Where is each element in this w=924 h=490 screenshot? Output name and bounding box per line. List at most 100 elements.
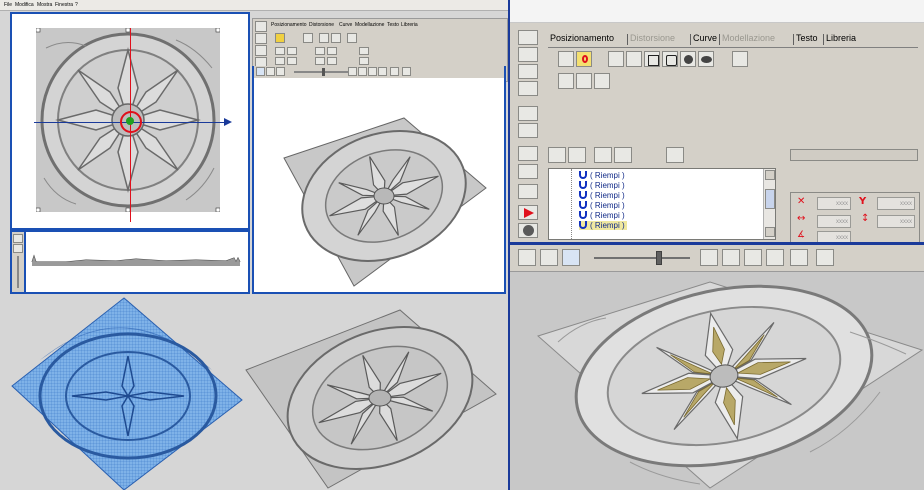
layer-down-tool[interactable] xyxy=(614,147,632,163)
small-node-tool[interactable] xyxy=(303,33,313,43)
sphere-icon[interactable] xyxy=(518,223,538,238)
grid-icon[interactable] xyxy=(518,164,538,179)
circle-tool[interactable] xyxy=(680,51,696,67)
menu-file[interactable]: File xyxy=(4,0,12,10)
tab-modellazione[interactable]: Modellazione xyxy=(722,33,775,43)
profile-graph[interactable] xyxy=(26,232,248,292)
small-render-icon-1[interactable] xyxy=(348,67,357,76)
small-tab-distorsione[interactable]: Distorsione xyxy=(309,22,334,28)
small-slider-thumb[interactable] xyxy=(322,68,325,76)
small-render-icon-3[interactable] xyxy=(368,67,377,76)
tree-item[interactable]: ( Riempi ) xyxy=(579,181,625,190)
small-tab-posizionamento[interactable]: Posizionamento xyxy=(271,22,307,28)
select-nodes-tool[interactable] xyxy=(558,51,574,67)
tab-testo[interactable]: Testo xyxy=(796,33,818,43)
tab-libreria[interactable]: Libreria xyxy=(826,33,856,43)
small-align-8[interactable] xyxy=(315,57,325,65)
view-light-icon[interactable] xyxy=(562,249,580,266)
small-view-icon-3[interactable] xyxy=(276,67,285,76)
tree-item[interactable]: ( Riempi ) xyxy=(579,211,625,220)
small-align-9[interactable] xyxy=(327,57,337,65)
small-tab-modellazione[interactable]: Modellazione xyxy=(355,22,384,28)
x-field[interactable]: xxxx xyxy=(817,197,851,210)
pan-hand-icon[interactable] xyxy=(518,64,538,79)
small-view-icon-2[interactable] xyxy=(266,67,275,76)
small-circle-tool[interactable] xyxy=(347,33,357,43)
small-align-7[interactable] xyxy=(287,57,297,65)
small-tab-libreria[interactable]: Libreria xyxy=(401,22,418,28)
arrow-icon[interactable] xyxy=(518,81,538,96)
profile-tool-1[interactable] xyxy=(13,234,23,243)
shape-b-tool[interactable] xyxy=(576,73,592,89)
menu-finestra[interactable]: Finestra xyxy=(55,0,73,10)
small-zoom-fit-icon[interactable] xyxy=(255,33,267,44)
small-3d-viewport[interactable] xyxy=(254,78,504,292)
tree-item[interactable]: ( Riempi ) xyxy=(579,191,625,200)
edit-2d-canvas[interactable] xyxy=(12,14,248,228)
view-slider-thumb[interactable] xyxy=(656,251,662,265)
fit-view-icon[interactable] xyxy=(790,249,808,266)
line-icon[interactable] xyxy=(518,184,538,199)
small-align-10[interactable] xyxy=(359,57,369,65)
small-align-2[interactable] xyxy=(287,47,297,55)
small-align-5[interactable] xyxy=(359,47,369,55)
tree-scrollbar[interactable] xyxy=(763,169,775,239)
shape-c-tool[interactable] xyxy=(594,73,610,89)
height-field[interactable]: xxxx xyxy=(877,215,915,228)
star-tool[interactable] xyxy=(732,51,748,67)
undo-icon[interactable] xyxy=(518,146,538,161)
shade-wire-icon[interactable] xyxy=(722,249,740,266)
export-view-icon[interactable] xyxy=(816,249,834,266)
node-add-tool[interactable] xyxy=(608,51,624,67)
tab-distorsione[interactable]: Distorsione xyxy=(630,33,675,43)
rotate-left-icon[interactable] xyxy=(518,106,538,121)
menu-mostra[interactable]: Mostra xyxy=(37,0,52,10)
small-zoom-icon[interactable] xyxy=(255,21,267,32)
layer-open-tool[interactable] xyxy=(548,147,566,163)
width-field[interactable]: xxxx xyxy=(817,215,851,228)
scroll-thumb[interactable] xyxy=(765,189,775,209)
small-align-4[interactable] xyxy=(327,47,337,55)
zoom-fit-icon[interactable] xyxy=(518,47,538,62)
small-align-6[interactable] xyxy=(275,57,285,65)
scroll-up-icon[interactable] xyxy=(765,170,775,180)
layer-table-tool[interactable] xyxy=(568,147,586,163)
tab-posizionamento[interactable]: Posizionamento xyxy=(550,33,614,43)
y-field[interactable]: xxxx xyxy=(877,197,915,210)
small-render-icon-6[interactable] xyxy=(402,67,411,76)
scroll-down-icon[interactable] xyxy=(765,227,775,237)
tree-item[interactable]: ( Riempi ) xyxy=(579,171,625,180)
small-hand-icon[interactable] xyxy=(255,45,267,56)
small-render-icon-5[interactable] xyxy=(390,67,399,76)
tree-item-selected[interactable]: ( Riempi ) xyxy=(579,221,627,230)
small-view-icon-1[interactable] xyxy=(256,67,265,76)
shade-flat-icon[interactable] xyxy=(700,249,718,266)
ellipse-tool[interactable] xyxy=(698,51,714,67)
center-pivot[interactable] xyxy=(126,117,134,125)
zoom-icon[interactable] xyxy=(518,30,538,45)
shade-color-icon[interactable] xyxy=(766,249,784,266)
shape-a-tool[interactable] xyxy=(558,73,574,89)
play-red-icon[interactable] xyxy=(518,205,538,220)
tree-item[interactable]: ( Riempi ) xyxy=(579,201,625,210)
small-rect-tool[interactable] xyxy=(319,33,329,43)
small-render-icon-4[interactable] xyxy=(378,67,387,76)
shade-smooth-icon[interactable] xyxy=(744,249,762,266)
small-align-3[interactable] xyxy=(315,47,325,55)
tab-curve[interactable]: Curve xyxy=(693,33,717,43)
guide-arrow-right-icon[interactable] xyxy=(224,118,232,126)
small-pointer-tool[interactable] xyxy=(275,33,285,43)
layer-up-tool[interactable] xyxy=(594,147,612,163)
view-3d-viewport[interactable] xyxy=(510,272,924,490)
menu-modifica[interactable]: Modifica xyxy=(15,0,34,10)
small-align-1[interactable] xyxy=(275,47,285,55)
node-del-tool[interactable] xyxy=(626,51,642,67)
small-round-tool[interactable] xyxy=(331,33,341,43)
rectangle-tool[interactable] xyxy=(644,51,660,67)
profile-tool-2[interactable] xyxy=(13,244,23,253)
view-move-icon[interactable] xyxy=(518,249,536,266)
view-pan-icon[interactable] xyxy=(540,249,558,266)
menu-help[interactable]: ? xyxy=(75,0,78,10)
pointer-red-tool[interactable] xyxy=(576,51,592,67)
layer-name-field[interactable] xyxy=(790,149,918,161)
